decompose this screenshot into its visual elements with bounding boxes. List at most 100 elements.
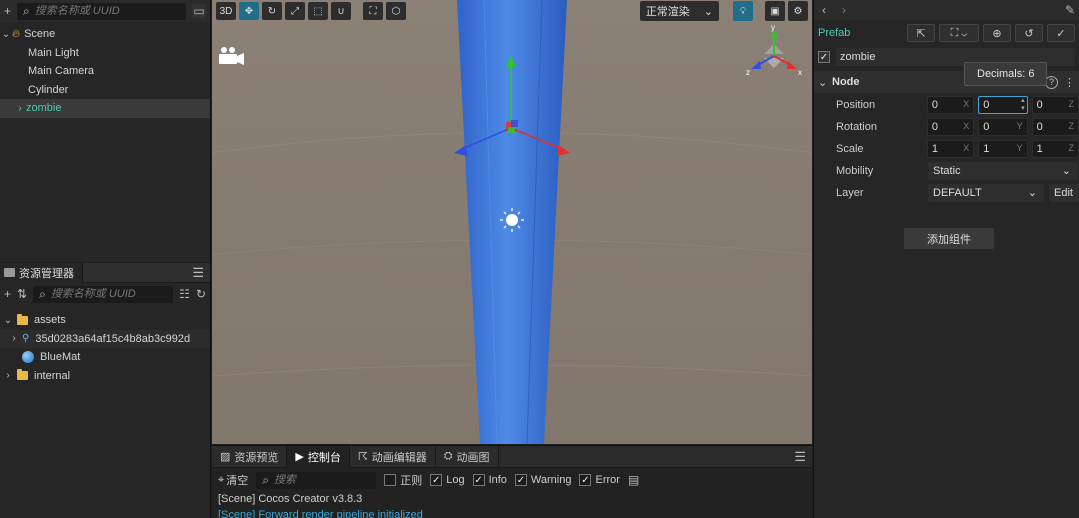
node-active-checkbox[interactable]: ✓ (818, 51, 830, 63)
tree-item-zombie[interactable]: › zombie (0, 99, 210, 118)
axis-z-label: Z (1068, 143, 1075, 153)
tooltip-text: Decimals: 6 (977, 68, 1035, 80)
asset-item-bluemat[interactable]: BlueMat (0, 348, 210, 367)
stepper-icon[interactable]: ▴ ▾ (1021, 97, 1025, 113)
axis-x-label: X (963, 143, 970, 153)
rect-tool-icon[interactable]: ⬚ (308, 2, 328, 20)
chevron-right-icon[interactable]: › (14, 103, 26, 114)
console-search-input[interactable] (273, 474, 371, 486)
log-file-icon[interactable]: ▤ (628, 474, 639, 486)
back-icon[interactable]: ‹ (822, 4, 826, 16)
error-checkbox[interactable]: ✓ (579, 474, 592, 486)
forward-icon[interactable]: › (842, 4, 846, 16)
tree-item-label: Cylinder (28, 83, 69, 96)
render-mode-label: 正常渲染 (645, 6, 690, 18)
asset-item-internal[interactable]: › internal (0, 367, 210, 386)
rotation-y-field[interactable]: 0Y (978, 118, 1028, 136)
log-filter[interactable]: ✓ Log (430, 474, 465, 486)
tab-asset-preview[interactable]: ▨ 资源预览 (212, 445, 288, 468)
position-x-field[interactable]: 0X (926, 96, 975, 114)
log-line: [Scene] Forward render pipeline initiali… (218, 509, 423, 518)
node-name-value: zombie (840, 51, 876, 63)
hierarchy-toolbar: + ⌕ ▭ (0, 0, 210, 22)
refresh-icon[interactable]: ↻ (196, 288, 206, 300)
position-y-field[interactable]: 0 ▴ ▾ (978, 96, 1028, 114)
scale-y-field[interactable]: 1Y (978, 140, 1028, 158)
info-filter[interactable]: ✓ Info (472, 474, 507, 486)
snap-tool-icon[interactable]: ∪ (331, 2, 351, 20)
clear-button[interactable]: ⌖ 清空 (218, 472, 248, 488)
menu-icon[interactable]: ☰ (192, 265, 204, 281)
log-checkbox[interactable]: ✓ (430, 474, 443, 486)
gear-icon[interactable]: ⚙ (788, 1, 808, 21)
layer-edit-button[interactable]: Edit (1049, 184, 1079, 202)
position-y-value: 0 (983, 99, 990, 111)
prefab-edit-icon[interactable]: ⇱ (907, 24, 935, 42)
scale-x-field[interactable]: 1X (926, 140, 975, 158)
tab-console[interactable]: ▶ 控制台 (287, 445, 350, 468)
collapse-all-icon[interactable]: ▭ (192, 4, 206, 18)
tree-item-main-camera[interactable]: Main Camera (0, 62, 210, 81)
prefab-select-icon[interactable]: ⛶ ⌄ (939, 24, 979, 42)
mobility-value: Static (933, 165, 961, 177)
chevron-down-icon[interactable]: ⌄ (2, 315, 14, 326)
assets-search-input[interactable] (50, 288, 168, 300)
rotation-y-value: 0 (983, 121, 990, 133)
position-z-field[interactable]: 0Z (1031, 96, 1079, 114)
hierarchy-search[interactable]: ⌕ (17, 2, 186, 20)
cube-icon[interactable]: ⬡ (386, 2, 406, 20)
prefab-apply-icon[interactable]: ✓ (1047, 24, 1075, 42)
tree-item-cylinder[interactable]: Cylinder (0, 81, 210, 100)
asset-item-label: BlueMat (40, 351, 81, 364)
more-icon[interactable]: ⋮ (1064, 76, 1075, 89)
warning-filter[interactable]: ✓ Warning (514, 474, 571, 486)
add-component-button[interactable]: 添加组件 (904, 228, 994, 249)
error-filter[interactable]: ✓ Error (579, 474, 620, 486)
chevron-down-icon[interactable]: ⌄ (0, 29, 12, 40)
scale-tool-icon[interactable]: ⤢ (285, 2, 305, 20)
rotate-tool-icon[interactable]: ↻ (262, 2, 282, 20)
axis-y-label: Y (1016, 121, 1023, 131)
list-view-icon[interactable]: ☷ (179, 288, 190, 300)
move-tool-icon[interactable]: ✥ (239, 2, 259, 20)
assets-tab[interactable]: 资源管理器 (0, 262, 83, 283)
rotation-z-field[interactable]: 0Z (1031, 118, 1079, 136)
regex-toggle[interactable]: 正则 (384, 472, 422, 488)
menu-icon[interactable]: ☰ (794, 449, 806, 465)
inspector-panel: ‹ › ✎ Prefab ⇱ ⛶ ⌄ ⊕ ↺ ✓ ✓ zombie ⌄ Node… (813, 0, 1079, 518)
pivot-icon[interactable]: ⛶ (363, 2, 383, 20)
tree-item-scene[interactable]: ⌄ 🔥︎ Scene (0, 25, 210, 44)
chevron-down-icon: ⌄ (1061, 165, 1071, 177)
sort-icon[interactable]: ⇅ (17, 288, 27, 300)
scene-viewport[interactable]: y x z 3D ✥ ↻ ⤢ ⬚ ∪ ⛶ ⬡ 正常渲染 ⌄ 💡︎ ▣ ⚙ (212, 0, 812, 444)
layer-select[interactable]: DEFAULT ⌄ (928, 184, 1044, 202)
add-asset-icon[interactable]: + (4, 288, 11, 300)
tree-item-main-light[interactable]: Main Light (0, 44, 210, 63)
broom-icon: ⌖ (218, 473, 225, 486)
render-mode-select[interactable]: 正常渲染 ⌄ (639, 1, 719, 21)
regex-checkbox[interactable] (384, 474, 397, 486)
hierarchy-panel: + ⌕ ▭ ⌄ 🔥︎ Scene Main Light Main Camera … (0, 0, 211, 262)
pin-icon[interactable]: ✎ (1065, 4, 1075, 16)
info-checkbox[interactable]: ✓ (472, 474, 485, 486)
asset-item-prefab-folder[interactable]: › ⚲ 35d0283a64af15c4b8ab3c992d (0, 329, 210, 348)
warning-checkbox[interactable]: ✓ (514, 474, 527, 486)
scale-z-field[interactable]: 1Z (1031, 140, 1079, 158)
console-search[interactable]: ⌕ (256, 471, 377, 489)
rotation-x-field[interactable]: 0X (926, 118, 975, 136)
scene-camera-icon[interactable]: ▣ (765, 1, 785, 21)
add-node-icon[interactable]: + (4, 5, 11, 17)
assets-search[interactable]: ⌕ (33, 285, 174, 303)
layer-value: DEFAULT (933, 187, 982, 199)
hierarchy-search-input[interactable] (34, 5, 180, 17)
tab-animation-graph[interactable]: ⛭ 动画图 (436, 445, 499, 468)
toggle-3d-button[interactable]: 3D (216, 2, 236, 20)
tab-animation-editor[interactable]: ☈ 动画编辑器 (350, 445, 436, 468)
prefab-revert-icon[interactable]: ↺ (1015, 24, 1043, 42)
chevron-right-icon[interactable]: › (2, 370, 14, 381)
lightbulb-icon[interactable]: 💡︎ (733, 1, 753, 21)
asset-item-assets[interactable]: ⌄ assets (0, 311, 210, 330)
mobility-select[interactable]: Static ⌄ (928, 162, 1078, 180)
prefab-locate-icon[interactable]: ⊕ (983, 24, 1011, 42)
chevron-right-icon[interactable]: › (8, 333, 20, 344)
